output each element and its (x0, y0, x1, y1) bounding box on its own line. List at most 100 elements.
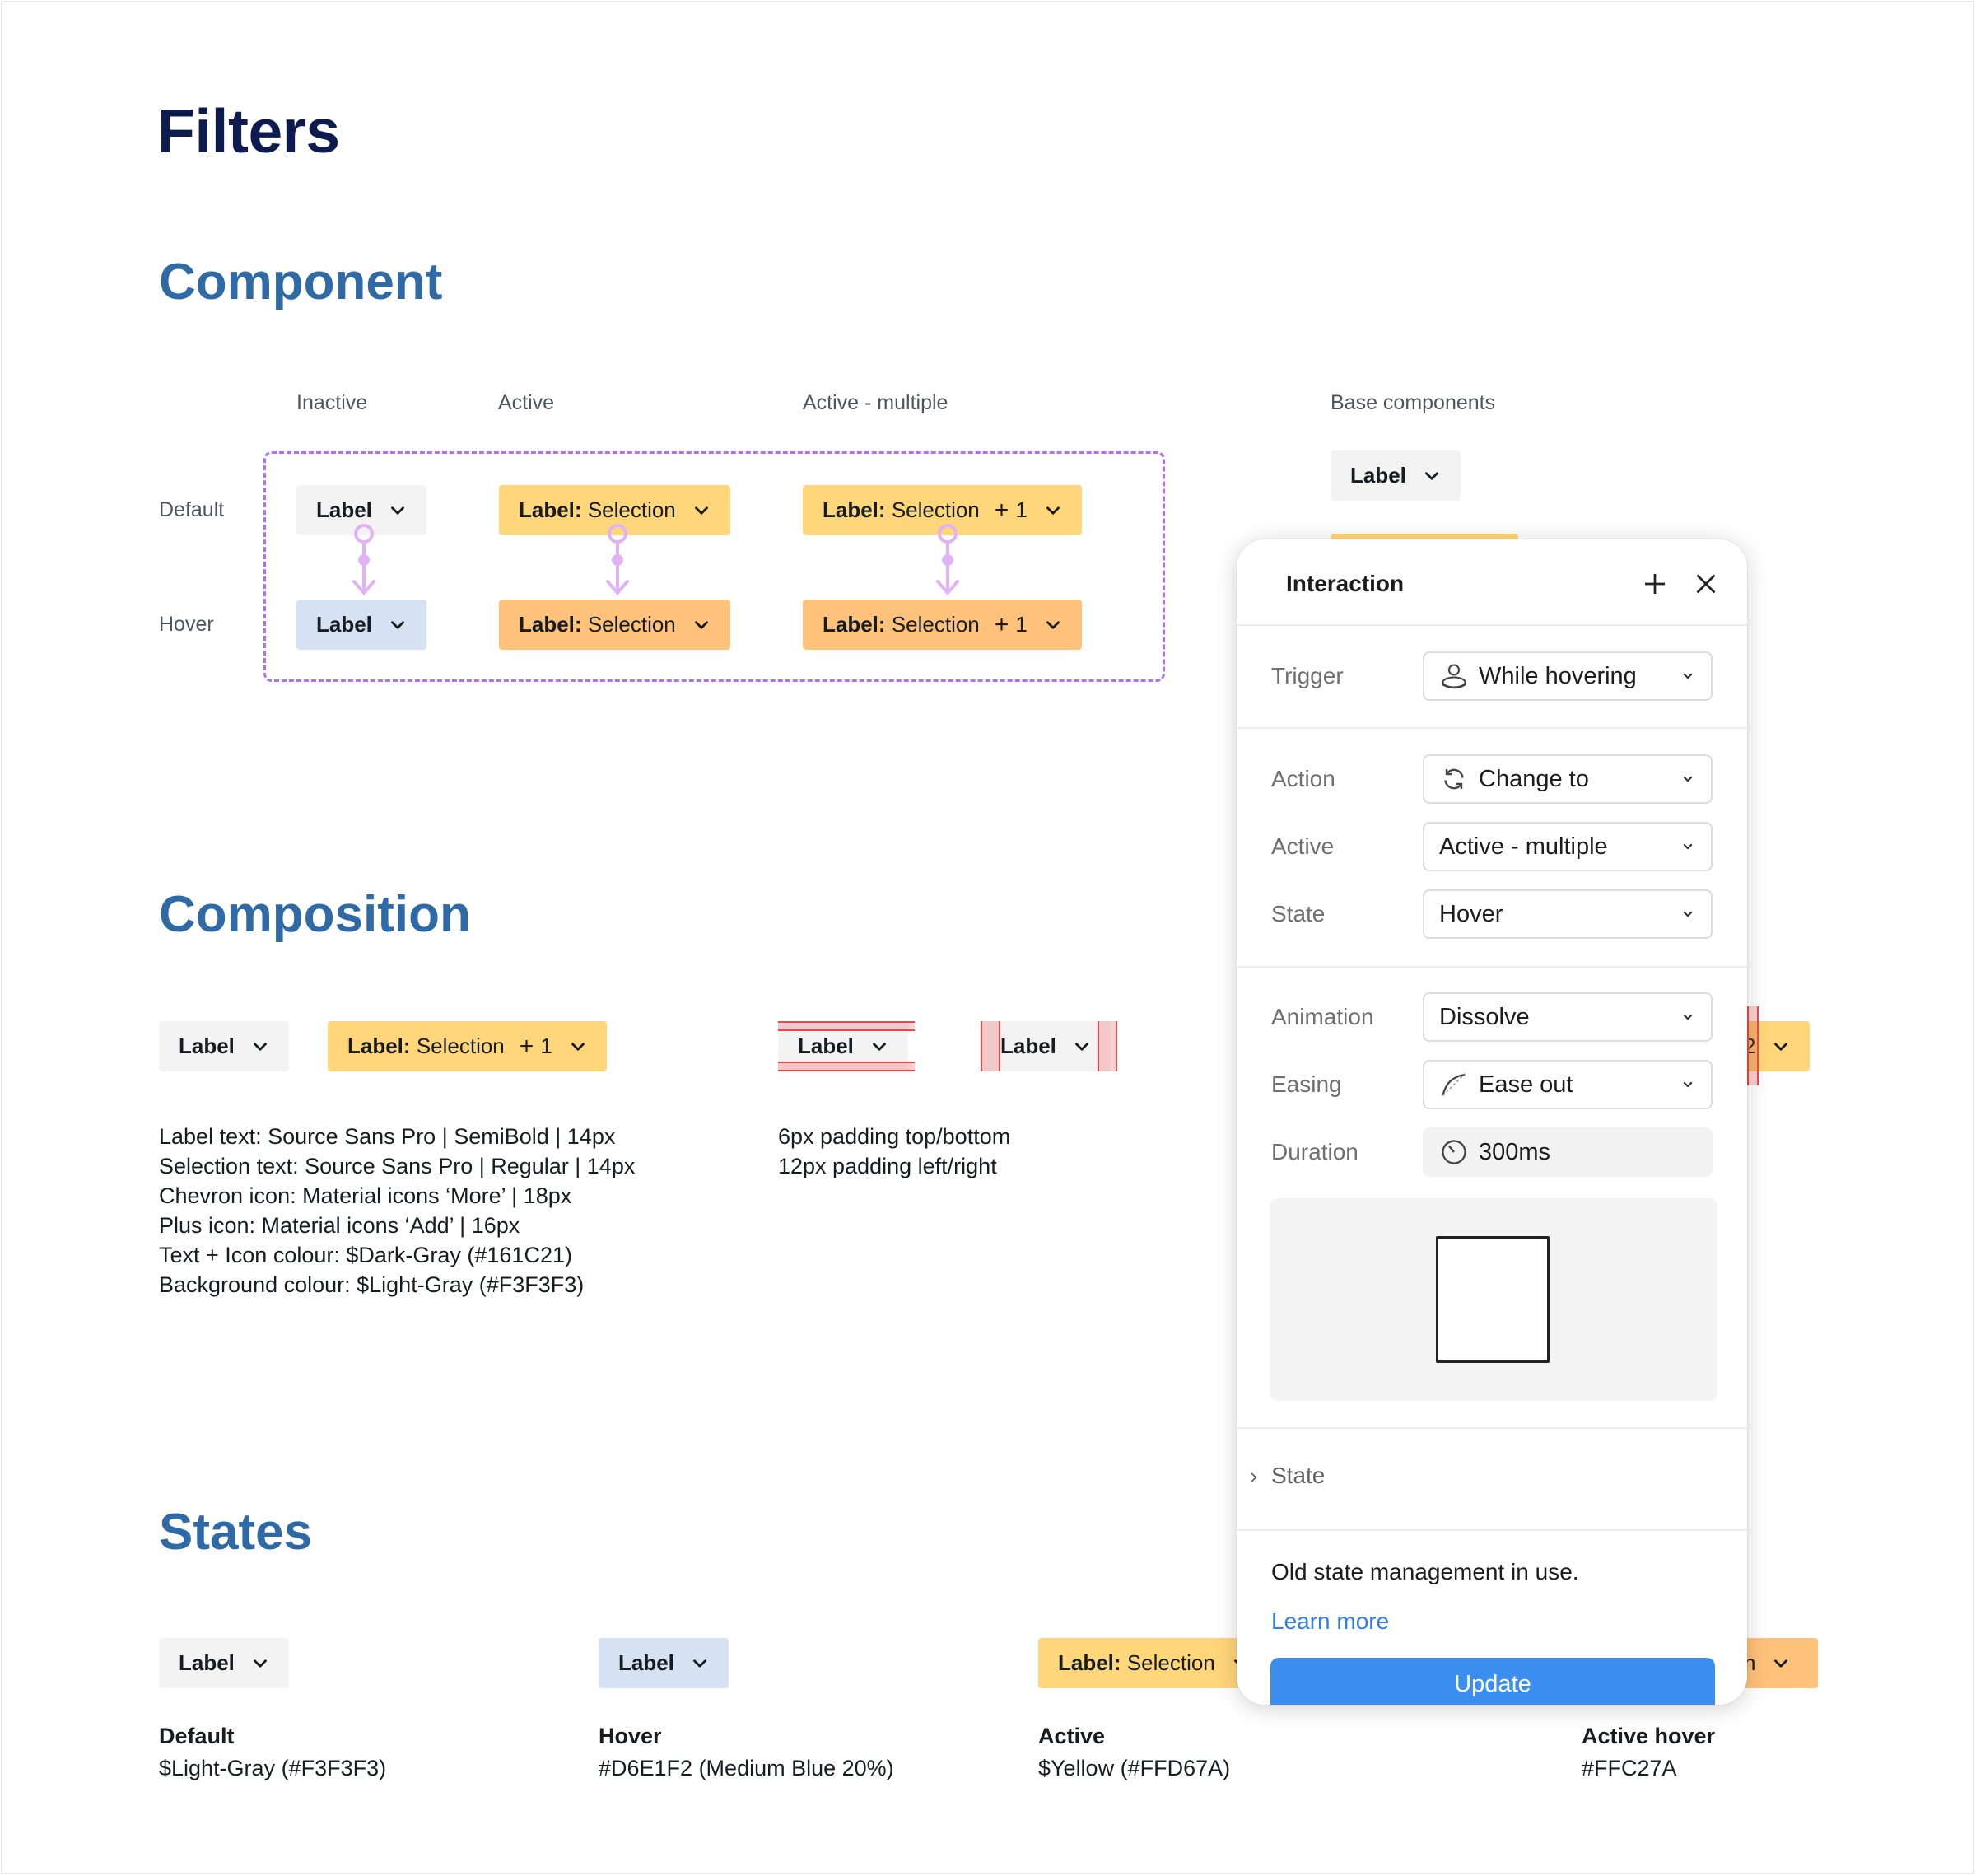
panel-title: Interaction (1286, 571, 1405, 596)
chevron-down-icon (1042, 500, 1064, 521)
section-title-composition: Composition (159, 886, 471, 943)
chip-selection: Selection (416, 1034, 505, 1058)
chevron-down-icon (869, 1036, 890, 1057)
timer-icon (1442, 1140, 1466, 1164)
row-header-default: Default (159, 498, 225, 521)
state-label: State (1271, 901, 1326, 926)
column-header-inactive: Inactive (296, 391, 368, 414)
trigger-select[interactable]: While hovering (1423, 651, 1713, 701)
composition-chip-label[interactable]: Label (159, 1021, 289, 1071)
duration-value: 300ms (1479, 1138, 1551, 1165)
chip-label: Label (316, 497, 372, 522)
chevron-down-icon (387, 614, 408, 636)
chevron-down-icon (1680, 1009, 1696, 1025)
filter-chip-active-hover[interactable]: Label: Selection (499, 600, 730, 650)
action-value: Change to (1479, 765, 1589, 792)
column-header-active-multiple: Active - multiple (803, 391, 948, 414)
chevron-down-icon (1770, 1036, 1792, 1057)
state-hover-caption: Hover #D6E1F2 (Medium Blue 20%) (599, 1724, 894, 1781)
state-value: #FFC27A (1582, 1756, 1677, 1780)
duration-input[interactable]: 300ms (1423, 1127, 1713, 1177)
state-chip-hover[interactable]: Label (599, 1638, 729, 1688)
composition-chip-multiple[interactable]: Label: Selection +1 (328, 1021, 607, 1071)
padding-guide-line (778, 1029, 915, 1031)
easing-select[interactable]: Ease out (1423, 1060, 1713, 1109)
trigger-value: While hovering (1479, 662, 1637, 689)
state-section-toggle[interactable]: State (1271, 1463, 1325, 1489)
state-default-caption: Default $Light-Gray (#F3F3F3) (159, 1724, 386, 1781)
base-chip-label[interactable]: Label (1331, 450, 1461, 501)
spec-line: 12px padding left/right (778, 1154, 997, 1178)
plus-icon: + (519, 1032, 534, 1060)
chevron-right-icon[interactable] (1247, 1470, 1261, 1485)
chip-label: Label: (519, 612, 582, 637)
padding-guide-line (778, 1062, 915, 1063)
padding-guide-line (1116, 1021, 1117, 1071)
update-button[interactable]: Update (1270, 1658, 1715, 1705)
spec-line: 6px padding top/bottom (778, 1124, 1011, 1149)
chevron-down-icon (1680, 771, 1696, 787)
padding-guide-line (1757, 1006, 1759, 1085)
state-value: #D6E1F2 (Medium Blue 20%) (599, 1756, 894, 1780)
divider (1237, 1427, 1747, 1429)
spec-line: Selection text: Source Sans Pro | Regula… (159, 1154, 636, 1178)
chip-label: Label (618, 1650, 674, 1675)
divider (1237, 727, 1747, 729)
easing-label: Easing (1271, 1071, 1342, 1097)
chevron-down-icon (689, 1653, 711, 1674)
padding-right-marker (1099, 1021, 1117, 1071)
chip-label: Label (1350, 463, 1406, 488)
chevron-down-icon (1680, 906, 1696, 922)
plus-icon: + (994, 610, 1009, 638)
filter-chip-inactive-hover[interactable]: Label (296, 600, 426, 650)
duration-label: Duration (1271, 1139, 1358, 1164)
action-label: Action (1271, 766, 1335, 791)
chevron-down-icon (1042, 614, 1064, 636)
learn-more-link[interactable]: Learn more (1271, 1608, 1389, 1635)
animation-preview (1270, 1198, 1717, 1401)
chip-count: 1 (1015, 497, 1028, 522)
chip-label: Label (798, 1034, 854, 1058)
filter-chip-multiple-hover[interactable]: Label: Selection +1 (803, 600, 1082, 650)
state-select[interactable]: Hover (1423, 889, 1713, 939)
chip-selection: Selection (891, 497, 980, 522)
close-icon[interactable] (1691, 569, 1721, 599)
chevron-down-icon (1770, 1653, 1792, 1674)
easing-value: Ease out (1479, 1071, 1573, 1098)
plus-icon[interactable] (1640, 569, 1670, 599)
state-active-hover-caption: Active hover #FFC27A (1582, 1724, 1715, 1781)
active-select[interactable]: Active - multiple (1423, 822, 1713, 871)
active-value: Active - multiple (1439, 833, 1608, 860)
chip-label: Label: (823, 497, 886, 522)
chip-selection: Selection (587, 612, 676, 637)
old-state-notice: Old state management in use. (1271, 1559, 1579, 1584)
prototype-connector-icon[interactable] (931, 522, 964, 600)
state-value: Hover (1439, 900, 1503, 927)
preview-frame (1436, 1236, 1550, 1363)
chip-label: Label (179, 1650, 235, 1675)
prototype-connector-icon[interactable] (347, 522, 380, 600)
column-header-active: Active (498, 391, 555, 414)
state-chip-default[interactable]: Label (159, 1638, 289, 1688)
state-name: Active hover (1582, 1724, 1716, 1748)
prototype-connector-icon[interactable] (601, 522, 634, 600)
chip-label: Label: (347, 1034, 411, 1058)
padding-guide-line (778, 1021, 915, 1023)
typography-specs: Label text: Source Sans Pro | SemiBold |… (159, 1122, 635, 1300)
spec-line: Chevron icon: Material icons ‘More’ | 18… (159, 1183, 572, 1208)
active-label: Active (1271, 833, 1335, 859)
chevron-down-icon (1680, 668, 1696, 684)
state-active-caption: Active $Yellow (#FFD67A) (1038, 1724, 1230, 1781)
interaction-panel: Interaction Trigger While hovering Actio… (1237, 539, 1747, 1705)
plus-icon: + (994, 496, 1009, 524)
state-chip-active[interactable]: Label: Selection (1038, 1638, 1270, 1688)
action-select[interactable]: Change to (1423, 754, 1713, 804)
padding-left-marker (981, 1021, 999, 1071)
chip-count: 1 (1015, 612, 1028, 637)
animation-select[interactable]: Dissolve (1423, 992, 1713, 1042)
chip-label: Label (1000, 1034, 1056, 1058)
spec-line: Text + Icon colour: $Dark-Gray (#161C21) (159, 1243, 572, 1267)
spec-line: Label text: Source Sans Pro | SemiBold |… (159, 1124, 616, 1149)
spec-line: Plus icon: Material icons ‘Add’ | 16px (159, 1213, 520, 1238)
chevron-down-icon (1680, 838, 1696, 855)
